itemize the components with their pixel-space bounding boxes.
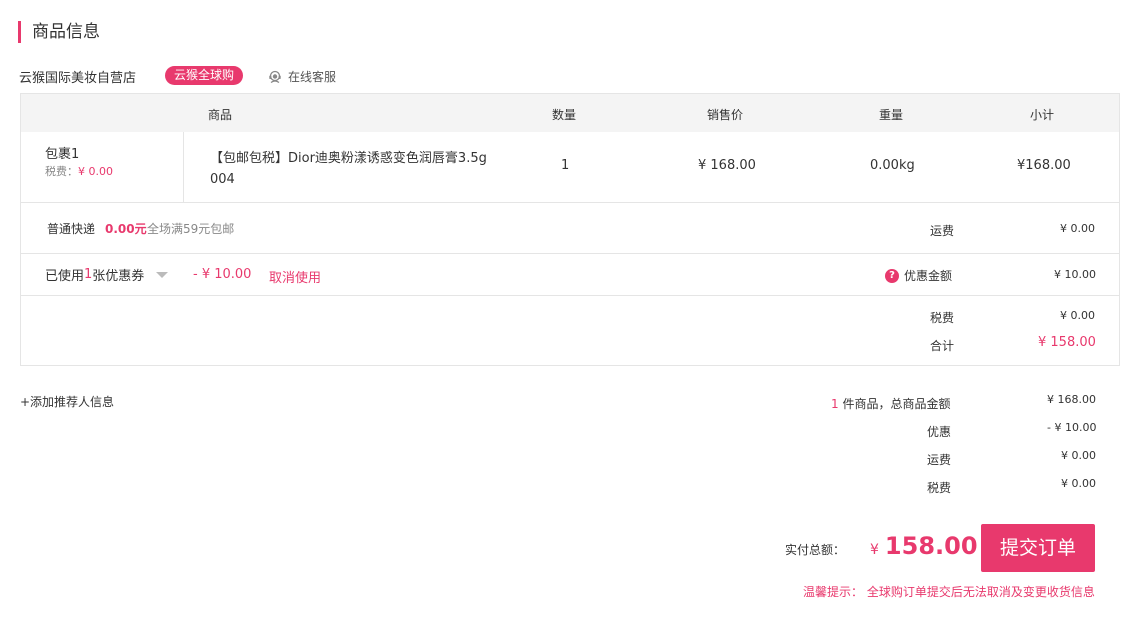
summary-discount-label: 优惠 — [927, 425, 952, 439]
pay-total-amount: ¥158.00 — [870, 532, 978, 560]
summary-tax-value: ¥ 0.00 — [1061, 477, 1096, 490]
summary-tax-label: 税费 — [927, 481, 952, 495]
warm-tip: 温馨提示： 全球购订单提交后无法取消及变更收货信息 — [803, 585, 1095, 599]
item-subtotal: ¥168.00 — [1017, 158, 1071, 173]
coupon-amount: - ¥ 10.00 — [193, 267, 252, 282]
customer-service-icon — [269, 70, 281, 83]
tax-label: 税费 — [930, 311, 955, 325]
help-icon[interactable]: ? — [885, 268, 899, 283]
total-value: ¥ 158.00 — [1038, 335, 1096, 350]
cancel-coupon-link[interactable]: 取消使用 — [269, 267, 321, 286]
shipping-fee-label: 运费 — [930, 224, 955, 238]
add-referrer-link[interactable]: +添加推荐人信息 — [20, 393, 114, 410]
item-quantity: 1 — [561, 158, 570, 173]
discount-amount-label: ? 优惠金额 — [885, 267, 952, 284]
store-name[interactable]: 云猴国际美妆自营店 — [19, 67, 136, 86]
pay-total-label: 实付总额： — [785, 543, 846, 557]
header-weight: 重量 — [879, 108, 904, 122]
shipping-price: 0.00元 — [105, 222, 147, 236]
summary-discount-value: - ¥ 10.00 — [1047, 421, 1097, 434]
store-badge: 云猴全球购 — [165, 66, 244, 85]
product-name[interactable]: 【包邮包税】Dior迪奥粉漾诱惑变色润唇膏3.5g 004 — [210, 148, 495, 190]
customer-service-link[interactable]: 在线客服 — [268, 68, 336, 85]
item-price: ¥ 168.00 — [698, 158, 756, 173]
package-tax: 税费：¥ 0.00 — [45, 165, 113, 178]
shipping-note: 全场满59元包邮 — [147, 222, 235, 236]
summary-goods-value: ¥ 168.00 — [1047, 393, 1096, 406]
submit-order-button[interactable]: 提交订单 — [981, 524, 1095, 572]
item-weight: 0.00kg — [870, 158, 915, 173]
tax-value: ¥ 0.00 — [1060, 309, 1095, 322]
header-product: 商品 — [208, 108, 233, 122]
header-subtotal: 小计 — [1030, 108, 1055, 122]
total-label: 合计 — [930, 339, 955, 353]
summary-shipping-value: ¥ 0.00 — [1061, 449, 1096, 462]
chevron-down-icon[interactable] — [156, 271, 169, 278]
coupon-selector[interactable]: 已使用 1 张优惠券 — [45, 265, 169, 284]
header-price: 销售价 — [707, 108, 744, 122]
shipping-method[interactable]: 普通快递 — [47, 220, 95, 237]
customer-service-label: 在线客服 — [288, 70, 337, 84]
column-divider — [183, 132, 184, 202]
row-divider — [21, 253, 1119, 254]
row-divider — [21, 202, 1119, 203]
package-label: 包裹1 — [45, 147, 80, 162]
summary-shipping-label: 运费 — [927, 453, 952, 467]
shipping-fee-value: ¥ 0.00 — [1060, 222, 1095, 235]
summary-goods-label: 1 件商品，总商品金额 — [831, 397, 951, 411]
discount-amount-value: ¥ 10.00 — [1054, 268, 1096, 281]
header-quantity: 数量 — [552, 108, 577, 122]
row-divider — [21, 295, 1119, 296]
section-title: 商品信息 — [18, 21, 100, 43]
